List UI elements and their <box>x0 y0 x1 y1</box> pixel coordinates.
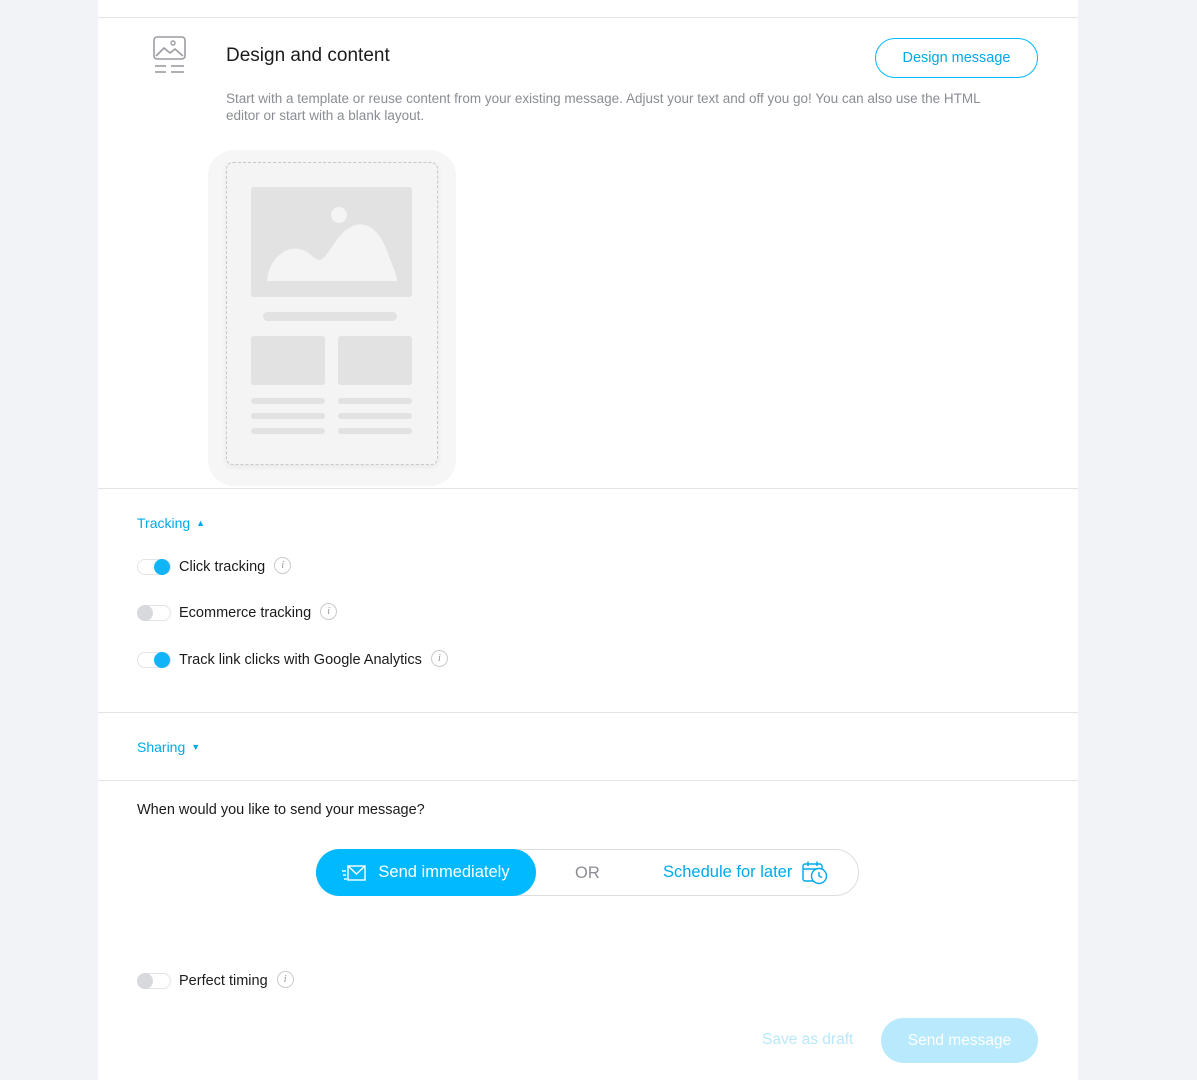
divider <box>98 780 1078 781</box>
schedule-label: Schedule for later <box>663 863 793 881</box>
divider <box>98 712 1078 713</box>
perfect-timing-switch[interactable] <box>137 973 171 989</box>
send-question: When would you like to send your message… <box>137 802 425 818</box>
click-tracking-switch[interactable] <box>137 559 171 575</box>
ecommerce-tracking-row: Ecommerce tracking i <box>137 602 338 624</box>
caret-up-icon: ▲ <box>196 517 206 528</box>
template-preview[interactable] <box>226 162 438 465</box>
google-analytics-label: Track link clicks with Google Analytics <box>179 652 422 668</box>
ecommerce-tracking-label: Ecommerce tracking <box>179 605 312 621</box>
or-label: OR <box>575 864 600 882</box>
section-title: Design and content <box>226 45 390 66</box>
caret-down-icon: ▼ <box>191 741 201 752</box>
perfect-timing-row: Perfect timing i <box>137 970 294 992</box>
info-icon[interactable]: i <box>430 649 448 667</box>
ecommerce-tracking-switch[interactable] <box>137 605 171 621</box>
envelope-icon <box>342 864 367 881</box>
schedule-for-later-button[interactable]: Schedule for later <box>663 850 828 895</box>
tracking-label: Tracking <box>137 515 191 531</box>
template-placeholder-icon <box>251 187 412 434</box>
send-options: Send immediately OR Schedule for later <box>316 849 859 896</box>
info-icon[interactable]: i <box>320 602 338 620</box>
send-immediately-label: Send immediately <box>378 863 510 881</box>
click-tracking-label: Click tracking <box>179 559 266 575</box>
google-analytics-row: Track link clicks with Google Analytics … <box>137 649 448 671</box>
section-description: Start with a template or reuse content f… <box>226 91 981 123</box>
design-content-icon <box>153 36 186 73</box>
info-icon[interactable]: i <box>276 970 294 988</box>
perfect-timing-label: Perfect timing <box>179 973 268 989</box>
calendar-clock-icon <box>802 861 828 884</box>
click-tracking-row: Click tracking i <box>137 556 292 578</box>
info-icon[interactable]: i <box>274 556 292 574</box>
save-as-draft-link[interactable]: Save as draft <box>762 1031 853 1049</box>
send-message-button[interactable]: Send message <box>881 1018 1038 1063</box>
tracking-toggle[interactable]: Tracking ▲ <box>137 515 205 531</box>
sharing-label: Sharing <box>137 739 186 755</box>
divider <box>98 488 1078 489</box>
divider <box>98 17 1078 18</box>
design-message-button[interactable]: Design message <box>875 38 1038 78</box>
send-immediately-button[interactable]: Send immediately <box>316 849 536 896</box>
campaign-panel: Design and content Design message Start … <box>98 0 1078 1080</box>
sharing-toggle[interactable]: Sharing ▼ <box>137 739 200 755</box>
google-analytics-switch[interactable] <box>137 652 171 668</box>
